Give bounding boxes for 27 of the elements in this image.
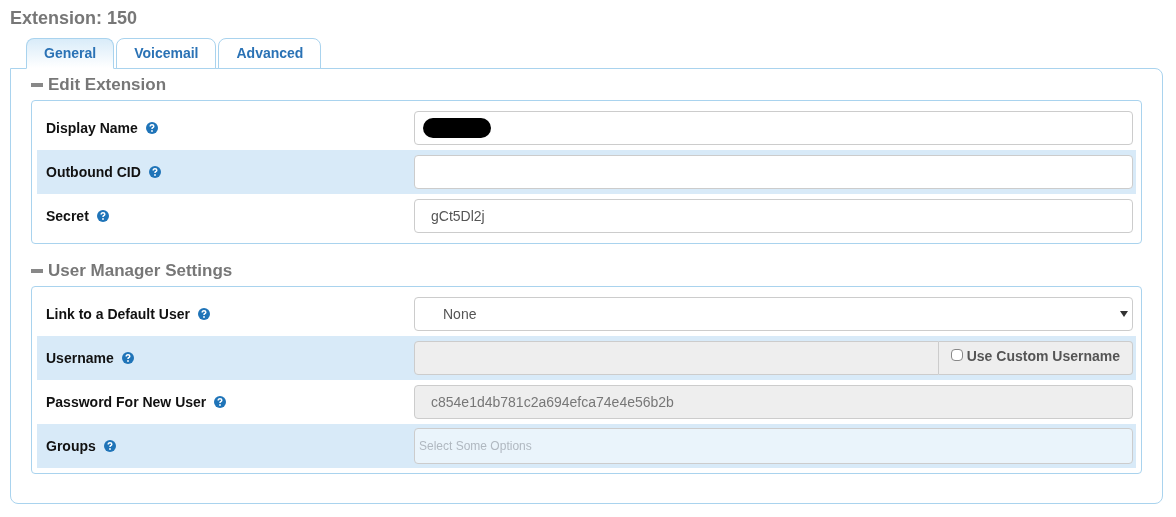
collapse-toggle[interactable] xyxy=(31,82,43,87)
help-icon[interactable] xyxy=(103,440,116,452)
section-title: Edit Extension xyxy=(48,73,167,96)
help-icon[interactable] xyxy=(145,122,158,134)
text-field[interactable] xyxy=(414,155,1133,189)
field-label: Secret xyxy=(46,206,89,226)
section-title: User Manager Settings xyxy=(48,259,233,282)
field-label: Password For New User xyxy=(46,392,207,412)
help-icon[interactable] xyxy=(96,210,109,222)
help-icon[interactable] xyxy=(148,166,161,178)
tab[interactable]: Advanced xyxy=(218,38,322,69)
help-icon[interactable] xyxy=(197,308,210,320)
field-label: Outbound CID xyxy=(46,162,141,182)
text-field[interactable] xyxy=(414,111,1133,145)
text-field[interactable]: gCt5Dl2j xyxy=(414,199,1133,233)
field-label: Groups xyxy=(46,436,96,456)
field-label: Username xyxy=(46,348,114,368)
field-label: Display Name xyxy=(46,118,138,138)
field-label: Link to a Default User xyxy=(46,304,190,324)
caret-icon xyxy=(1120,311,1128,317)
help-icon[interactable] xyxy=(214,396,227,408)
select-dropdown[interactable]: None xyxy=(414,297,1133,331)
tab[interactable]: Voicemail xyxy=(116,38,217,69)
help-icon[interactable] xyxy=(121,352,134,364)
collapse-toggle[interactable] xyxy=(31,268,43,273)
page-title: Extension: 150 xyxy=(9,7,139,30)
tab[interactable]: General xyxy=(26,38,115,69)
